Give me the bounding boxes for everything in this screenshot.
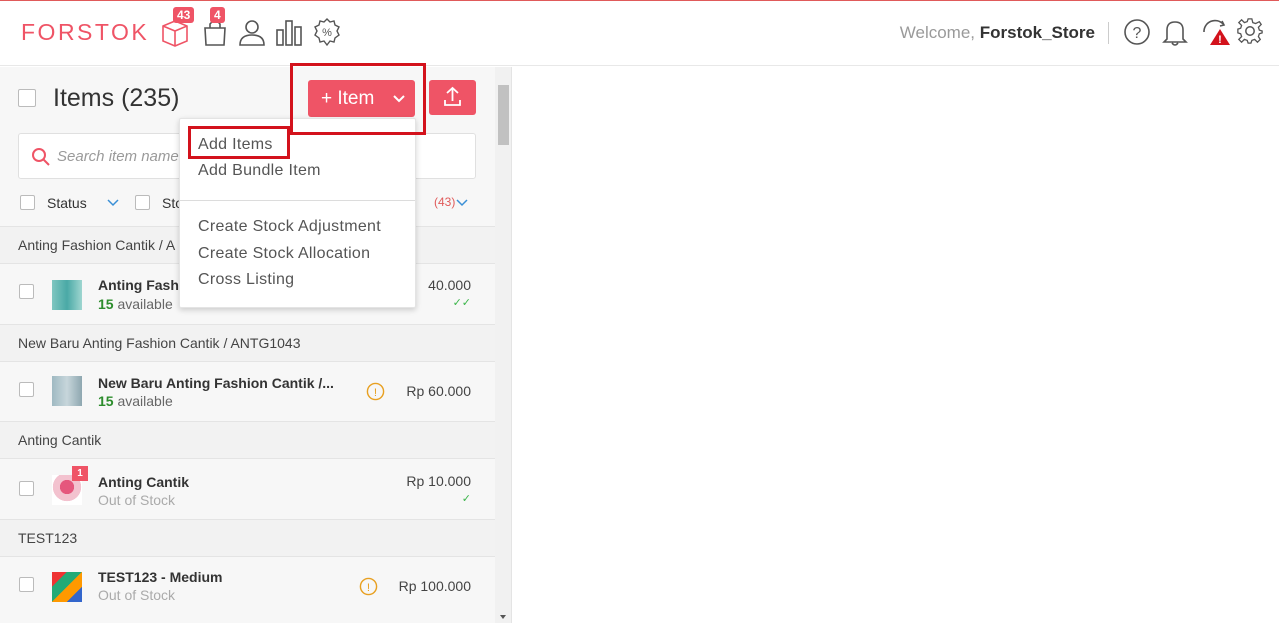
- upload-icon: [444, 86, 461, 106]
- item-name[interactable]: New Baru Anting Fashion Cantik /...: [98, 375, 334, 391]
- customers-nav[interactable]: [237, 17, 267, 47]
- item-name[interactable]: Anting Fash: [98, 277, 179, 293]
- top-navbar: FORSTOK 43 4 % Welcome, Forstok_Store ? …: [0, 0, 1279, 66]
- user-icon: [239, 20, 265, 46]
- chevron-down-icon[interactable]: [107, 199, 119, 207]
- item-stock: Out of Stock: [98, 492, 176, 508]
- item-stock: 15 available: [98, 296, 173, 312]
- notifications-button[interactable]: [1160, 17, 1190, 47]
- search-icon: [32, 148, 50, 166]
- list-item[interactable]: 1 Anting Cantik Out of Stock Rp 10.000 ✓: [0, 459, 495, 520]
- stock-count: 15: [98, 393, 114, 409]
- menu-item-create-stock-allocation[interactable]: Create Stock Allocation: [198, 245, 370, 263]
- item-checkbox[interactable]: [19, 481, 34, 496]
- stock-status: available: [117, 296, 173, 312]
- menu-item-add-bundle-item[interactable]: Add Bundle Item: [198, 162, 321, 180]
- page-title: Items (235): [53, 84, 179, 113]
- highlight-box: [188, 126, 290, 159]
- store-name[interactable]: Forstok_Store: [980, 23, 1095, 42]
- welcome-prefix: Welcome,: [899, 23, 976, 42]
- item-name[interactable]: Anting Cantik: [98, 474, 189, 490]
- export-button[interactable]: [429, 80, 476, 115]
- group-header: New Baru Anting Fashion Cantik / ANTG104…: [0, 324, 495, 362]
- warning-icon[interactable]: !: [366, 382, 385, 401]
- svg-text:!: !: [1218, 34, 1222, 46]
- list-scrollbar[interactable]: [495, 67, 512, 623]
- item-price: Rp 100.000: [398, 578, 471, 594]
- channel-sync-icon: ✓✓: [452, 297, 471, 309]
- sync-warning-icon: !: [1203, 19, 1230, 46]
- channel-sync-icon: ✓: [461, 493, 471, 505]
- bell-icon: [1162, 21, 1188, 46]
- sync-status-button[interactable]: !: [1200, 17, 1230, 47]
- products-badge: 43: [173, 7, 195, 23]
- group-header: TEST123: [0, 519, 495, 557]
- chevron-down-icon[interactable]: [456, 199, 468, 207]
- item-checkbox[interactable]: [19, 382, 34, 397]
- item-stock: 15 available: [98, 393, 173, 409]
- welcome-text: Welcome, Forstok_Store: [900, 23, 1095, 43]
- svg-text:!: !: [367, 582, 370, 594]
- menu-item-cross-listing[interactable]: Cross Listing: [198, 271, 294, 289]
- help-icon: ?: [1124, 19, 1150, 45]
- stock-status: available: [117, 393, 173, 409]
- item-thumbnail: [52, 280, 82, 310]
- item-count: (235): [121, 84, 180, 112]
- item-badge: 1: [72, 466, 88, 481]
- list-item[interactable]: New Baru Anting Fashion Cantik /... 15 a…: [0, 362, 495, 421]
- scrollbar-thumb[interactable]: [498, 85, 509, 145]
- stock-count: 15: [98, 296, 114, 312]
- highlight-box: [290, 63, 426, 135]
- group-header: Anting Cantik: [0, 421, 495, 459]
- list-item[interactable]: TEST123 - Medium Out of Stock ! Rp 100.0…: [0, 557, 495, 617]
- settings-button[interactable]: [1236, 17, 1266, 47]
- status-filter-label[interactable]: Status: [47, 195, 87, 211]
- svg-text:!: !: [374, 387, 377, 399]
- chart-icon: [276, 20, 302, 46]
- item-checkbox[interactable]: [19, 577, 34, 592]
- item-thumbnail: [52, 376, 82, 406]
- svg-text:%: %: [322, 27, 332, 39]
- promotions-nav[interactable]: %: [312, 17, 342, 47]
- svg-text:?: ?: [1133, 25, 1142, 42]
- scroll-down-arrow[interactable]: [500, 615, 506, 619]
- item-price: Rp 60.000: [406, 383, 471, 399]
- item-name[interactable]: TEST123 - Medium: [98, 569, 222, 585]
- select-all-checkbox[interactable]: [18, 89, 36, 107]
- header-divider: [1108, 22, 1109, 44]
- page-title-label: Items: [53, 84, 115, 112]
- forstok-logo[interactable]: FORSTOK: [21, 19, 149, 46]
- reports-nav[interactable]: [274, 17, 304, 47]
- orders-badge: 4: [210, 7, 225, 23]
- item-price: Rp 10.000: [406, 473, 471, 489]
- help-button[interactable]: ?: [1122, 17, 1152, 47]
- item-stock: Out of Stock: [98, 587, 176, 603]
- item-thumbnail: [52, 572, 82, 602]
- item-price: 40.000: [428, 277, 471, 293]
- warning-icon[interactable]: !: [359, 577, 378, 596]
- menu-item-create-stock-adjustment[interactable]: Create Stock Adjustment: [198, 218, 381, 236]
- channel-filter-count[interactable]: (43): [434, 195, 455, 209]
- discount-icon: %: [314, 18, 340, 47]
- gear-icon: [1237, 18, 1263, 44]
- status-filter-checkbox[interactable]: [20, 195, 35, 210]
- stock-filter-checkbox[interactable]: [135, 195, 150, 210]
- item-checkbox[interactable]: [19, 284, 34, 299]
- menu-divider: [180, 200, 415, 201]
